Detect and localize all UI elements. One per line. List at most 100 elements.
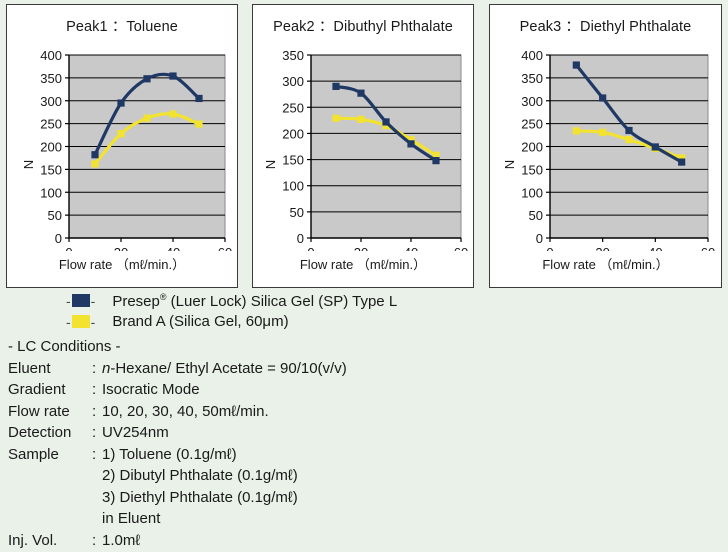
x-tick-label: 60 <box>454 245 468 251</box>
y-tick-label: 200 <box>40 140 62 155</box>
chart-svg: 0 50 100 150 200 250 300 350 0 20 40 60 N <box>263 48 468 251</box>
series-marker <box>169 110 177 118</box>
y-tick-label: 200 <box>282 126 304 141</box>
condition-row: Eluent: n-Hexane/ Ethyl Acetate = 90/10(v… <box>8 358 347 380</box>
y-axis-label: N <box>263 160 278 169</box>
condition-row: Detection: UV254nm <box>8 422 347 444</box>
y-tick-label: 150 <box>521 162 543 177</box>
y-axis-label: N <box>502 160 517 169</box>
chart-svg: 0 50 100 150 200 250 300 350 400 0 20 40 60 N <box>21 48 232 251</box>
y-tick-label: 50 <box>48 208 62 223</box>
series-marker <box>332 82 340 90</box>
x-tick-label: 20 <box>354 245 368 251</box>
series-marker <box>432 157 440 165</box>
condition-value: UV254nm <box>102 424 169 441</box>
condition-separator: : <box>92 359 97 377</box>
condition-separator: : <box>92 445 97 463</box>
y-tick-label: 150 <box>282 153 304 168</box>
square-blue-swatch <box>71 294 90 307</box>
x-tick-label: 20 <box>114 245 128 251</box>
y-tick-label: 400 <box>521 48 543 63</box>
condition-key: Detection <box>8 424 72 441</box>
x-tick-label: 60 <box>701 245 715 251</box>
series-marker <box>357 115 365 123</box>
registered-trademark-icon: ® <box>159 291 167 302</box>
y-tick-label: 0 <box>55 231 62 246</box>
series-marker <box>117 130 125 138</box>
y-tick-label: 200 <box>521 140 543 155</box>
x-tick-label: 60 <box>218 245 232 251</box>
series-marker <box>91 151 99 159</box>
y-tick-label: 100 <box>521 185 543 200</box>
x-tick-label: 0 <box>546 245 553 251</box>
x-axis-label: Flow rate （mℓ/min.） <box>299 257 427 272</box>
y-tick-label: 250 <box>40 117 62 132</box>
condition-value: Isocratic Mode <box>102 381 200 398</box>
condition-value: 1.0mℓ <box>102 531 141 549</box>
series-marker <box>195 94 203 103</box>
condition-continuation: in Eluent <box>102 510 161 527</box>
x-axis-label: Flow rate （mℓ/min.） <box>58 257 186 272</box>
series-marker <box>195 120 203 128</box>
y-tick-label: 100 <box>282 179 304 194</box>
series-marker <box>651 143 659 151</box>
condition-value: n-Hexane/ Ethyl Acetate = 90/10(v/v) <box>102 359 347 377</box>
chart-card-peak3: Peak3 ：Diethyl Phthalate 0 50 100 150 200 250… <box>489 4 722 288</box>
chart-legend: - - Presep® (Luer Lock) Silica Gel (SP) … <box>0 290 500 332</box>
series-marker <box>678 158 686 166</box>
square-yellow-swatch <box>71 315 90 328</box>
condition-key: Inj. Vol. <box>8 531 58 549</box>
y-tick-label: 400 <box>40 48 62 63</box>
series-marker <box>332 114 340 122</box>
x-axis-label: Flow rate （mℓ/min.） <box>542 257 669 272</box>
condition-separator: : <box>92 424 97 441</box>
condition-row: Inj. Vol.:1.0mℓ <box>8 530 347 552</box>
condition-key: Gradient <box>8 381 66 398</box>
legend-dash-right: - <box>90 292 96 309</box>
condition-value: 1) Toluene (0.1g/mℓ) <box>102 445 237 463</box>
legend-dash-left: - <box>66 313 71 330</box>
legend-label: Brand A (Silica Gel, 60μm) <box>112 313 289 330</box>
x-tick-label: 40 <box>404 245 418 251</box>
legend-item-presep: - - Presep® (Luer Lock) Silica Gel (SP) … <box>0 290 500 311</box>
chart-card-peak2: Peak2 ：Dibuthyl Phthalate 0 50 100 150 200 25… <box>252 4 474 288</box>
condition-key: Sample <box>8 445 59 463</box>
y-tick-label: 300 <box>521 94 543 109</box>
legend-item-brand-a: - - Brand A (Silica Gel, 60μm) <box>0 311 500 332</box>
chart-svg: 0 50 100 150 200 250 300 350 400 0 20 40 60 N <box>502 48 715 251</box>
y-tick-label: 300 <box>40 94 62 109</box>
condition-continuation: 2) Dibutyl Phthalate (0.1g/mℓ) <box>102 467 298 484</box>
y-tick-label: 150 <box>40 162 62 177</box>
plot-background <box>310 54 462 239</box>
plot-area: 0 50 100 150 200 250 300 350 400 0 20 40 60 N <box>7 39 237 251</box>
series-marker <box>143 75 151 83</box>
y-tick-label: 0 <box>297 231 304 246</box>
condition-row: Gradient: Isocratic Mode <box>8 379 347 401</box>
condition-row: Sample:1) Toluene (0.1g/mℓ) <box>8 444 347 466</box>
chart-card-peak1: Peak1 ：Toluene 0501001502002503003504000… <box>6 4 238 288</box>
series-marker <box>625 136 633 144</box>
condition-key: Flow rate <box>8 402 70 420</box>
series-marker <box>599 94 607 102</box>
series-marker <box>572 127 580 135</box>
chart-title: Peak2 ：Dibuthyl Phthalate <box>273 19 453 35</box>
y-tick-label: 250 <box>521 117 543 132</box>
lc-conditions-block: - LC Conditions - Eluent: n-Hexane/ Ethyl… <box>8 336 347 551</box>
condition-separator: : <box>92 531 97 549</box>
condition-key: Eluent <box>8 359 51 377</box>
chart-title: Peak3 ：Diethyl Phthalate <box>519 19 692 35</box>
y-tick-label: 50 <box>290 205 304 220</box>
series-marker <box>407 140 415 148</box>
legend-label: Presep® (Luer Lock) Silica Gel (SP) Type… <box>112 291 398 310</box>
plot-area: 0 50 100 150 200 250 300 350 400 0 20 40 60 N <box>490 39 721 251</box>
y-tick-label: 100 <box>40 185 62 200</box>
condition-row: Flow rate:10, 20, 30, 40, 50mℓ/min. <box>8 401 347 423</box>
x-tick-label: 0 <box>307 245 314 251</box>
series-marker <box>357 89 365 97</box>
condition-value: 10, 20, 30, 40, 50mℓ/min. <box>102 402 269 420</box>
y-tick-label: 300 <box>282 74 304 89</box>
y-tick-label: 350 <box>282 48 304 63</box>
condition-separator: : <box>92 402 97 420</box>
conditions-heading: - LC Conditions - <box>8 338 121 355</box>
series-marker <box>572 61 580 69</box>
